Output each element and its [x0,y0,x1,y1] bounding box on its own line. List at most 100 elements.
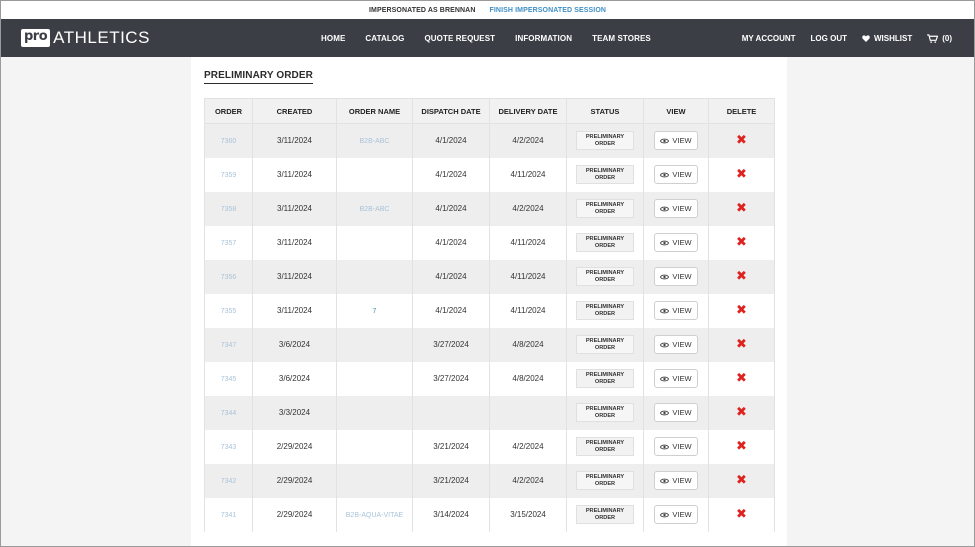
status-badge: PRELIMINARY ORDER [575,301,635,320]
order-number-link[interactable]: 7359 [221,172,237,179]
nav-team-stores[interactable]: TEAM STORES [592,34,651,43]
view-button[interactable]: VIEW [654,267,698,286]
nav-information[interactable]: INFORMATION [515,34,572,43]
delivery-date-cell: 4/8/2024 [489,327,567,362]
view-button[interactable]: VIEW [654,437,698,456]
log-out-link[interactable]: LOG OUT [811,34,847,43]
order-number-link[interactable]: 7356 [221,274,237,281]
table-row: 7344 3/3/2024 PRELIMINARY ORDER VIEW ✖ [204,395,775,430]
dispatch-date-cell: 4/1/2024 [412,225,490,260]
col-header-order[interactable]: ORDER [204,98,253,124]
delivery-date-cell: 4/2/2024 [489,191,567,226]
dispatch-date-cell: 4/1/2024 [412,191,490,226]
order-name-link[interactable]: B2B-AQUA-VITAE [346,512,403,519]
order-number-link[interactable]: 7357 [221,240,237,247]
status-badge: PRELIMINARY ORDER [575,233,635,252]
view-cell: VIEW [643,293,709,328]
created-cell: 3/11/2024 [252,259,337,294]
eye-icon [660,308,670,313]
order-number-link[interactable]: 7344 [221,410,237,417]
order-name-cell [336,157,413,192]
order-name-cell [336,327,413,362]
nav-catalog[interactable]: CATALOG [365,34,404,43]
delete-x-icon[interactable]: ✖ [736,201,747,216]
status-line-2: ORDER [594,344,616,351]
table-row: 7356 3/11/2024 4/1/2024 4/11/2024 PRELIMINAR… [204,259,775,294]
order-number-link[interactable]: 7343 [221,444,237,451]
view-cell: VIEW [643,361,709,396]
my-account-link[interactable]: MY ACCOUNT [742,34,796,43]
col-header-order-name[interactable]: ORDER NAME [336,98,413,124]
status-cell: PRELIMINARY ORDER [566,463,644,498]
delete-x-icon[interactable]: ✖ [736,303,747,318]
view-button[interactable]: VIEW [654,369,698,388]
status-line-2: ORDER [594,412,616,419]
view-cell: VIEW [643,259,709,294]
order-number-link[interactable]: 7345 [221,376,237,383]
col-header-created[interactable]: CREATED [252,98,337,124]
nav-quote-request[interactable]: QUOTE REQUEST [424,34,495,43]
delete-x-icon[interactable]: ✖ [736,439,747,454]
view-button[interactable]: VIEW [654,403,698,422]
delete-cell: ✖ [708,293,775,328]
view-label: VIEW [672,136,692,146]
account-nav: MY ACCOUNT LOG OUT WISHLIST (0) [742,19,952,57]
view-button[interactable]: VIEW [654,165,698,184]
table-row: 7347 3/6/2024 3/27/2024 4/8/2024 PRELIMINARY… [204,327,775,362]
order-name-cell: B2B-ABC [336,123,413,158]
nav-home[interactable]: HOME [321,34,345,43]
view-button[interactable]: VIEW [654,505,698,524]
status-line-2: ORDER [594,174,616,181]
delivery-date-cell [489,395,567,430]
delete-x-icon[interactable]: ✖ [736,269,747,284]
eye-icon [660,342,670,347]
order-number-link[interactable]: 7347 [221,342,237,349]
table-row: 7355 3/11/2024 7 4/1/2024 4/11/2024 PRELIMINA… [204,293,775,328]
dispatch-date-cell: 3/27/2024 [412,361,490,396]
order-number-link[interactable]: 7342 [221,478,237,485]
cart-link[interactable]: (0) [927,34,952,43]
created-cell: 3/11/2024 [252,225,337,260]
view-button[interactable]: VIEW [654,199,698,218]
view-button[interactable]: VIEW [654,233,698,252]
dispatch-date-cell: 3/27/2024 [412,327,490,362]
status-cell: PRELIMINARY ORDER [566,429,644,464]
status-badge: PRELIMINARY ORDER [575,369,635,388]
created-cell: 3/11/2024 [252,293,337,328]
delete-x-icon[interactable]: ✖ [736,235,747,250]
col-header-status[interactable]: STATUS [566,98,644,124]
finish-impersonation-link[interactable]: FINISH IMPERSONATED SESSION [490,7,607,14]
delete-x-icon[interactable]: ✖ [736,405,747,420]
order-name-link[interactable]: B2B-ABC [360,206,390,213]
view-button[interactable]: VIEW [654,301,698,320]
view-button[interactable]: VIEW [654,471,698,490]
status-cell: PRELIMINARY ORDER [566,497,644,532]
created-cell: 3/11/2024 [252,157,337,192]
col-header-delivery-date[interactable]: DELIVERY DATE [489,98,567,124]
delete-cell: ✖ [708,259,775,294]
order-name-link[interactable]: 7 [373,308,377,315]
order-name-cell: B2B-ABC [336,191,413,226]
delete-x-icon[interactable]: ✖ [736,133,747,148]
delete-cell: ✖ [708,395,775,430]
order-name-link[interactable]: B2B-ABC [360,138,390,145]
order-number-link[interactable]: 7355 [221,308,237,315]
delete-x-icon[interactable]: ✖ [736,507,747,522]
site-logo[interactable]: pro ATHLETICS [21,28,150,48]
status-cell: PRELIMINARY ORDER [566,123,644,158]
view-button[interactable]: VIEW [654,335,698,354]
wishlist-link[interactable]: WISHLIST [862,34,912,43]
delete-x-icon[interactable]: ✖ [736,371,747,386]
order-number-link[interactable]: 7360 [221,138,237,145]
view-button[interactable]: VIEW [654,131,698,151]
order-number-link[interactable]: 7341 [221,512,237,519]
delete-x-icon[interactable]: ✖ [736,337,747,352]
delete-cell: ✖ [708,429,775,464]
col-header-dispatch-date[interactable]: DISPATCH DATE [412,98,490,124]
delete-x-icon[interactable]: ✖ [736,473,747,488]
order-name-cell [336,429,413,464]
status-line-2: ORDER [594,480,616,487]
delete-x-icon[interactable]: ✖ [736,167,747,182]
order-number-link[interactable]: 7358 [221,206,237,213]
delete-cell: ✖ [708,361,775,396]
